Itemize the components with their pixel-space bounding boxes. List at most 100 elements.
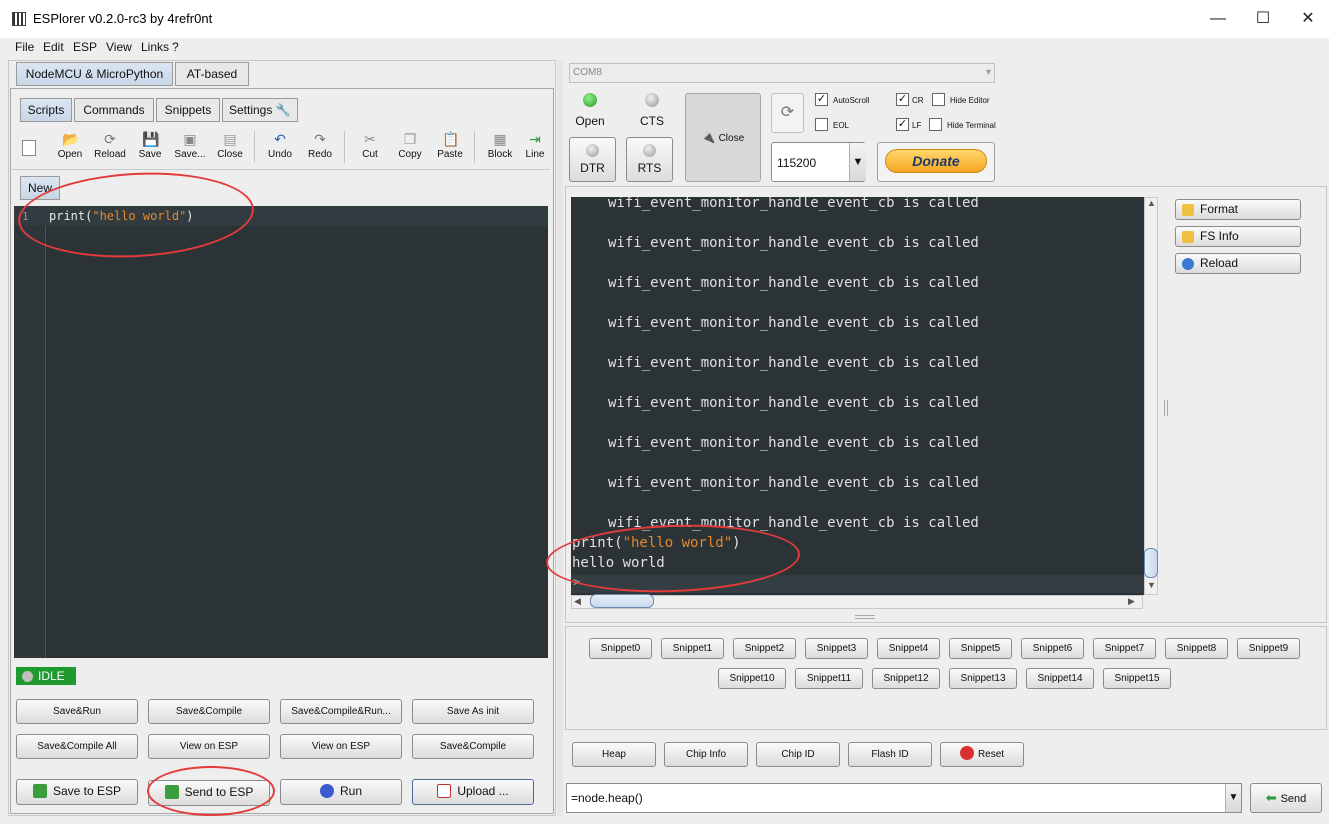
cut-button[interactable]: ✂ Cut: [350, 128, 390, 166]
close-port-button[interactable]: 🔌 Close: [685, 93, 761, 182]
snippet-button-4[interactable]: Snippet4: [877, 638, 940, 659]
copy-button[interactable]: ❐ Copy: [390, 128, 430, 166]
save-run-button[interactable]: Save&Run: [16, 699, 138, 724]
lf-checkbox[interactable]: ✓: [896, 118, 909, 131]
terminal-hscrollbar[interactable]: ◀ ▶: [571, 594, 1143, 609]
send-button[interactable]: ⬅ Send: [1250, 783, 1322, 813]
tab-at-based[interactable]: AT-based: [175, 62, 249, 86]
autoscroll-checkbox[interactable]: ✓: [815, 93, 828, 106]
open-button[interactable]: 📂 Open: [50, 128, 90, 166]
menu-help[interactable]: ?: [172, 40, 179, 54]
cr-checkbox[interactable]: ✓: [896, 93, 909, 106]
tab-commands[interactable]: Commands: [74, 98, 154, 122]
snippet-button-7[interactable]: Snippet7: [1093, 638, 1156, 659]
menu-file[interactable]: File: [15, 40, 34, 54]
view-on-esp-button[interactable]: View on ESP: [148, 734, 270, 759]
snippet-button-3[interactable]: Snippet3: [805, 638, 868, 659]
heap-button[interactable]: Heap: [572, 742, 656, 767]
port-select[interactable]: COM8 ▾: [569, 63, 995, 83]
close-window-button[interactable]: ✕: [1293, 8, 1323, 30]
save-button[interactable]: 💾 Save: [130, 128, 170, 166]
dtr-led-icon: [586, 144, 599, 157]
snippet-button-14[interactable]: Snippet14: [1026, 668, 1094, 689]
reload-file-button[interactable]: ⟳ Reload: [90, 128, 130, 166]
save-to-esp-button[interactable]: Save to ESP: [16, 779, 138, 805]
snippet-button-6[interactable]: Snippet6: [1021, 638, 1084, 659]
snippet-button-9[interactable]: Snippet9: [1237, 638, 1300, 659]
minimize-button[interactable]: —: [1203, 8, 1233, 30]
esplorer-window: ESPlorer v0.2.0-rc3 by 4refr0nt — ☐ ✕ Fi…: [0, 0, 1329, 824]
snippet-button-2[interactable]: Snippet2: [733, 638, 796, 659]
snippet-button-1[interactable]: Snippet1: [661, 638, 724, 659]
autoscroll-label: AutoScroll: [833, 96, 870, 105]
baud-select[interactable]: 115200 ▼: [771, 142, 866, 182]
run-button[interactable]: Run: [280, 779, 402, 805]
open-port-button[interactable]: Open: [570, 114, 610, 128]
format-button[interactable]: Format: [1175, 199, 1301, 220]
snippet-button-11[interactable]: Snippet11: [795, 668, 863, 689]
paste-button[interactable]: 📋 Paste: [430, 128, 470, 166]
save-as-button[interactable]: ▣ Save...: [170, 128, 210, 166]
save-compile-button[interactable]: Save&Compile: [148, 699, 270, 724]
donate-button[interactable]: Donate: [877, 142, 995, 182]
open-led-icon: [583, 93, 597, 107]
tab-snippets[interactable]: Snippets: [156, 98, 220, 122]
terminal-line: wifi_event_monitor_handle_event_cb is ca…: [608, 275, 979, 291]
dtr-button[interactable]: DTR: [569, 137, 616, 182]
eol-checkbox[interactable]: [815, 118, 828, 131]
reset-button[interactable]: Reset: [940, 742, 1024, 767]
vertical-splitter-handle[interactable]: [1164, 400, 1168, 416]
snippet-button-8[interactable]: Snippet8: [1165, 638, 1228, 659]
fs-info-button[interactable]: FS Info: [1175, 226, 1301, 247]
tab-scripts[interactable]: Scripts: [20, 98, 72, 122]
snippet-button-15[interactable]: Snippet15: [1103, 668, 1171, 689]
hide-terminal-checkbox[interactable]: [929, 118, 942, 131]
snippet-button-13[interactable]: Snippet13: [949, 668, 1017, 689]
reload-button[interactable]: Reload: [1175, 253, 1301, 274]
chevron-down-icon: ▼: [1225, 784, 1241, 812]
menu-esp[interactable]: ESP: [73, 40, 97, 54]
close-file-button[interactable]: ▤ Close: [210, 128, 250, 166]
horizontal-splitter-handle[interactable]: [855, 615, 875, 619]
save-compile-button-2[interactable]: Save&Compile: [412, 734, 534, 759]
view-on-esp-button-2[interactable]: View on ESP: [280, 734, 402, 759]
undo-button[interactable]: ↶ Undo: [260, 128, 300, 166]
arrow-left-icon: ⬅: [1265, 790, 1277, 805]
refresh-ports-button[interactable]: ⟳: [771, 93, 804, 133]
vscroll-thumb[interactable]: [1144, 548, 1158, 578]
snippet-button-10[interactable]: Snippet10: [718, 668, 786, 689]
save-as-init-button[interactable]: Save As init: [412, 699, 534, 724]
chip-info-button[interactable]: Chip Info: [664, 742, 748, 767]
code-editor[interactable]: 1 print("hello world"): [14, 206, 548, 658]
save-compile-all-button[interactable]: Save&Compile All: [16, 734, 138, 759]
new-file-icon[interactable]: [22, 140, 36, 156]
snippet-button-12[interactable]: Snippet12: [872, 668, 940, 689]
send-block-button[interactable]: ▦ Block: [480, 128, 520, 166]
rts-button[interactable]: RTS: [626, 137, 673, 182]
hscroll-thumb[interactable]: [590, 594, 654, 608]
tab-nodemcu[interactable]: NodeMCU & MicroPython: [16, 62, 173, 86]
tab-settings[interactable]: Settings 🔧: [222, 98, 298, 122]
send-line-button[interactable]: ⇥ Line: [520, 128, 550, 166]
eol-label: EOL: [833, 121, 850, 130]
upload-button[interactable]: Upload ...: [412, 779, 534, 805]
terminal-line: wifi_event_monitor_handle_event_cb is ca…: [608, 435, 979, 451]
terminal-line: wifi_event_monitor_handle_event_cb is ca…: [608, 355, 979, 371]
pane-splitter[interactable]: [557, 60, 563, 816]
command-input[interactable]: =node.heap() ▼: [566, 783, 1242, 813]
snippet-button-5[interactable]: Snippet5: [949, 638, 1012, 659]
save-compile-run-button[interactable]: Save&Compile&Run...: [280, 699, 402, 724]
menu-view[interactable]: View: [106, 40, 132, 54]
flash-id-button[interactable]: Flash ID: [848, 742, 932, 767]
snippet-button-0[interactable]: Snippet0: [589, 638, 652, 659]
undo-icon: ↶: [274, 131, 286, 147]
tab-settings-label: Settings: [229, 103, 273, 117]
baud-value: 115200: [777, 156, 817, 170]
hide-editor-checkbox[interactable]: [932, 93, 945, 106]
maximize-button[interactable]: ☐: [1248, 8, 1278, 30]
menu-edit[interactable]: Edit: [43, 40, 64, 54]
chip-id-button[interactable]: Chip ID: [756, 742, 840, 767]
menu-links[interactable]: Links: [141, 40, 169, 54]
redo-button[interactable]: ↷ Redo: [300, 128, 340, 166]
terminal-vscrollbar[interactable]: ▲ ▼: [1144, 197, 1158, 595]
